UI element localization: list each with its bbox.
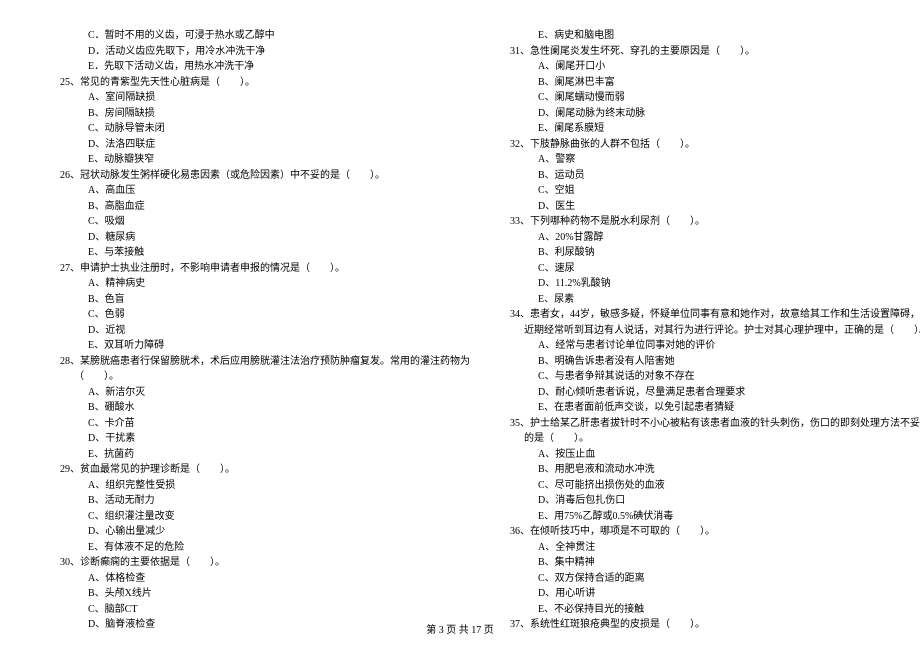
option-line: C、卡介苗 xyxy=(60,416,470,432)
option-line: D、医生 xyxy=(510,199,920,215)
option-line: E、抗菌药 xyxy=(60,447,470,463)
option-line: A、室间隔缺损 xyxy=(60,90,470,106)
option-line: B、活动无耐力 xyxy=(60,493,470,509)
option-line: C、组织灌注量改变 xyxy=(60,509,470,525)
question-line: 35、护士给某乙肝患者拔针时不小心被粘有该患者血液的针头刺伤，伤口的即刻处理方法… xyxy=(510,416,920,432)
question-line: 30、诊断癫痫的主要依据是（ ）。 xyxy=(60,555,470,571)
option-line: D、心输出量减少 xyxy=(60,524,470,540)
question-line: 28、某膀胱癌患者行保留膀胱术，术后应用膀胱灌注法治疗预防肿瘤复发。常用的灌注药… xyxy=(60,354,470,370)
option-line: B、房间隔缺损 xyxy=(60,106,470,122)
option-line: A、新洁尔灭 xyxy=(60,385,470,401)
option-line: C、与患者争辩其说话的对象不存在 xyxy=(510,369,920,385)
option-line: A、精神病史 xyxy=(60,276,470,292)
option-line: D、法洛四联症 xyxy=(60,137,470,153)
option-line: E、在患者面前低声交谈，以免引起患者猜疑 xyxy=(510,400,920,416)
question-line: 29、贫血最常见的护理诊断是（ ）。 xyxy=(60,462,470,478)
option-line: C、速尿 xyxy=(510,261,920,277)
option-line: C、色弱 xyxy=(60,307,470,323)
option-line: A、经常与患者讨论单位同事对她的评价 xyxy=(510,338,920,354)
option-line: A、高血压 xyxy=(60,183,470,199)
left-column: C．暂时不用的义齿，可浸于热水或乙醇中D．活动义齿应先取下，用冷水冲洗干净E．先… xyxy=(60,28,470,633)
page-footer: 第 3 页 共 17 页 xyxy=(0,621,920,636)
option-line: A、警察 xyxy=(510,152,920,168)
option-line: A、全神贯注 xyxy=(510,540,920,556)
option-line: C、阑尾蠕动慢而弱 xyxy=(510,90,920,106)
option-line: C、双方保持合适的距离 xyxy=(510,571,920,587)
option-line: D、用心听讲 xyxy=(510,586,920,602)
option-line: E、不必保持目光的接触 xyxy=(510,602,920,618)
option-line: C、动脉导管未闭 xyxy=(60,121,470,137)
question-line: 36、在倾听技巧中，哪项是不可取的（ ）。 xyxy=(510,524,920,540)
option-line: D、糖尿病 xyxy=(60,230,470,246)
option-line: A、按压止血 xyxy=(510,447,920,463)
option-line: E、用75%乙醇或0.5%碘伏消毒 xyxy=(510,509,920,525)
option-line: E、双耳听力障碍 xyxy=(60,338,470,354)
option-line: B、集中精神 xyxy=(510,555,920,571)
right-column: E、病史和脑电图31、急性阑尾炎发生坏死、穿孔的主要原因是（ ）。A、阑尾开口小… xyxy=(510,28,920,633)
option-line: A、体格检查 xyxy=(60,571,470,587)
option-line: D、11.2%乳酸钠 xyxy=(510,276,920,292)
option-line: E、尿素 xyxy=(510,292,920,308)
option-line: E、有体液不足的危险 xyxy=(60,540,470,556)
option-line: A、组织完整性受损 xyxy=(60,478,470,494)
option-line: B、用肥皂液和流动水冲洗 xyxy=(510,462,920,478)
option-line: C、空姐 xyxy=(510,183,920,199)
continuation-line: 近期经常听到耳边有人说话，对其行为进行评论。护士对其心理护理中，正确的是（ ）。 xyxy=(510,323,920,339)
question-line: 27、申请护士执业注册时，不影响申请者申报的情况是（ ）。 xyxy=(60,261,470,277)
continuation-line: 的是（ ）。 xyxy=(510,431,920,447)
option-line: B、明确告诉患者没有人陪害她 xyxy=(510,354,920,370)
option-line: C、脑部CT xyxy=(60,602,470,618)
option-line: A、阑尾开口小 xyxy=(510,59,920,75)
option-line: E、动脉瓣狭窄 xyxy=(60,152,470,168)
question-line: 25、常见的青紫型先天性心脏病是（ ）。 xyxy=(60,75,470,91)
option-line: D、阑尾动脉为终末动脉 xyxy=(510,106,920,122)
option-line: B、硼酸水 xyxy=(60,400,470,416)
option-line: D、消毒后包扎伤口 xyxy=(510,493,920,509)
option-line: C、尽可能挤出损伤处的血液 xyxy=(510,478,920,494)
option-line: B、阑尾淋巴丰富 xyxy=(510,75,920,91)
option-line: B、利尿酸钠 xyxy=(510,245,920,261)
option-line: D、干扰素 xyxy=(60,431,470,447)
option-line: C、吸烟 xyxy=(60,214,470,230)
continuation-line: （ ）。 xyxy=(60,369,470,385)
option-line: E、与苯接触 xyxy=(60,245,470,261)
option-line: D．活动义齿应先取下，用冷水冲洗干净 xyxy=(60,44,470,60)
question-line: 32、下肢静脉曲张的人群不包括（ ）。 xyxy=(510,137,920,153)
question-line: 34、患者女，44岁，敏感多疑，怀疑单位同事有意和她作对，故意给其工作和生活设置… xyxy=(510,307,920,323)
option-line: A、20%甘露醇 xyxy=(510,230,920,246)
page-content: C．暂时不用的义齿，可浸于热水或乙醇中D．活动义齿应先取下，用冷水冲洗干净E．先… xyxy=(0,0,920,633)
option-line: B、运动员 xyxy=(510,168,920,184)
option-line: C．暂时不用的义齿，可浸于热水或乙醇中 xyxy=(60,28,470,44)
option-line: D、耐心倾听患者诉说，尽量满足患者合理要求 xyxy=(510,385,920,401)
option-line: B、色盲 xyxy=(60,292,470,308)
question-line: 31、急性阑尾炎发生坏死、穿孔的主要原因是（ ）。 xyxy=(510,44,920,60)
question-line: 26、冠状动脉发生粥样硬化易患因素（或危险因素）中不妥的是（ ）。 xyxy=(60,168,470,184)
option-line: D、近视 xyxy=(60,323,470,339)
option-line: B、头颅X线片 xyxy=(60,586,470,602)
question-line: 33、下列哪种药物不是脱水利尿剂（ ）。 xyxy=(510,214,920,230)
option-line: E、病史和脑电图 xyxy=(510,28,920,44)
option-line: E．先取下活动义齿，用热水冲洗干净 xyxy=(60,59,470,75)
option-line: E、阑尾系膜短 xyxy=(510,121,920,137)
option-line: B、高脂血症 xyxy=(60,199,470,215)
